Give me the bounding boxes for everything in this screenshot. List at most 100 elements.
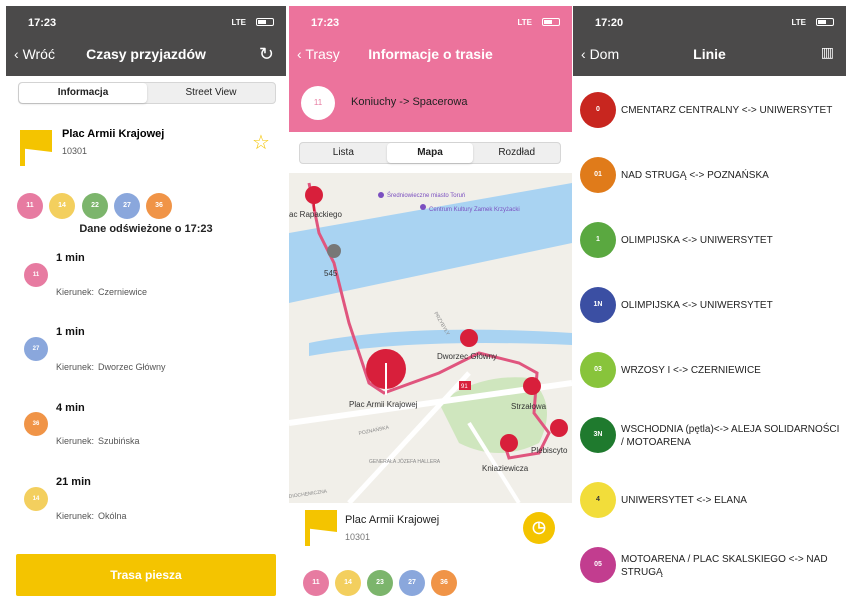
line-name: OLIMPIJSKA <-> UNIWERSYTET [621,300,773,311]
walking-route-button[interactable]: Trasa piesza [16,554,276,596]
line-name: WRZOSY I <-> CZERNIEWICE [621,365,761,376]
line-chip[interactable]: 11 [17,193,43,219]
departure-direction: Kierunek: Dworzec Główny [56,362,166,372]
refresh-icon[interactable]: ↻ [259,44,274,65]
stop-flag-icon [305,510,337,546]
tab-list[interactable]: Lista [300,143,387,163]
status-bar: 17:23 LTE [289,6,572,36]
tab-street-view[interactable]: Street View [147,83,275,103]
bus-icon [327,244,341,258]
clock-icon[interactable]: ◷ [523,512,555,544]
line-item[interactable]: 4 UNIWERSYTET <-> ELANA [573,468,846,533]
line-name: NAD STRUGĄ <-> POZNAŃSKA [621,170,769,181]
line-chip[interactable]: 14 [335,570,361,596]
map-label-museum: Średniowieczne miasto Toruń [387,191,465,199]
battery-icon [256,18,274,26]
line-item[interactable]: 05 MOTOARENA / PLAC SKALSKIEGO <-> NAD S… [573,533,846,598]
line-chip[interactable]: 14 [49,193,75,219]
route-line-badge: 11 [301,86,335,120]
departure-minutes: 21 min [56,476,91,488]
departure-direction: Kierunek: Okólna [56,511,127,521]
departure-direction: Kierunek: Czerniewice [56,287,148,297]
line-item[interactable]: 03 WRZOSY I <-> CZERNIEWICE [573,338,846,403]
line-badge: 03 [580,352,616,388]
stop-name: Plac Armii Krajowej [345,514,440,526]
line-chip[interactable]: 27 [399,570,425,596]
favorite-star-icon[interactable]: ☆ [252,130,270,155]
museum-icon [378,192,384,198]
departure-minutes: 1 min [56,252,85,264]
line-name: MOTOARENA / PLAC SKALSKIEGO <-> NAD STRU… [621,553,828,578]
departure-direction: Kierunek: Szubińska [56,436,140,446]
departure-minutes: 1 min [56,326,85,338]
stop-flag-icon [20,130,52,166]
line-chip[interactable]: 22 [82,193,108,219]
culture-icon [420,204,426,210]
view-switcher: Lista Mapa Rozdład [299,142,561,164]
map-label-kniaziewicza: Kniaziewicza [482,464,529,473]
page-title: Linie [693,46,726,62]
map-label-strzalowa: Strzałowa [511,402,547,411]
network-indicator: LTE [231,18,246,27]
line-badge: 1 [580,222,616,258]
route-name: Koniuchy -> Spacerowa [351,96,468,108]
route-map[interactable]: ac Rapackiego Średniowieczne miasto Toru… [289,173,572,503]
nav-bar: ‹ Wróć Czasy przyjazdów ↻ [6,36,286,76]
network-indicator: LTE [791,18,806,27]
line-badge: 3N [580,417,616,453]
battery-icon [816,18,834,26]
line-chip[interactable]: 27 [114,193,140,219]
tab-timetable[interactable]: Rozdład [473,143,560,163]
map-label-centrum: Centrum Kultury Zamek Krzyżacki [429,207,520,213]
stop-pin-kniaziewicza [500,434,518,452]
stop-pin-plebiscytowa [550,419,568,437]
page-title: Czasy przyjazdów [86,46,206,62]
status-bar: 17:23 LTE [6,6,286,36]
nav-bar: ‹ Trasy Informacje o trasie [289,36,572,76]
line-item[interactable]: 1 OLIMPIJSKA <-> UNIWERSYTET [573,208,846,273]
arrivals-screen: 17:23 LTE ‹ Wróć Czasy przyjazdów ↻ Info… [6,6,286,604]
line-item[interactable]: 01 NAD STRUGĄ <-> POZNAŃSKA [573,143,846,208]
departure-line-badge: 14 [24,487,48,511]
line-badge: 1N [580,287,616,323]
tab-information[interactable]: Informacja [19,83,147,103]
line-chip[interactable]: 36 [431,570,457,596]
status-time: 17:23 [311,17,340,29]
tab-switcher: Informacja Street View [18,82,276,104]
line-badge: 01 [580,157,616,193]
departure-line-badge: 11 [24,263,48,287]
line-name: UNIWERSYTET <-> ELANA [621,495,747,506]
status-time: 17:23 [28,17,57,29]
line-item[interactable]: 3N WSCHODNIA (pętla)<-> ALEJA SOLIDARNOŚ… [573,403,846,468]
line-name: CMENTARZ CENTRALNY <-> UNIWERSYTET [621,105,833,116]
line-item[interactable]: 1N OLIMPIJSKA <-> UNIWERSYTET [573,273,846,338]
map-label-plebiscytowa: Plebiscyto [531,446,568,455]
line-chip[interactable]: 23 [367,570,393,596]
network-indicator: LTE [517,18,532,27]
line-name: WSCHODNIA (pętla)<-> ALEJA SOLIDARNOŚCI … [621,423,840,448]
departure-minutes: 4 min [56,402,85,414]
map-road-number: 91 [461,384,468,390]
map-icon[interactable]: ▥ [821,44,834,61]
page-title: Informacje o trasie [368,46,493,62]
refresh-time-text: Dane odświeżone o 17:23 [79,223,213,235]
line-badge: 4 [580,482,616,518]
stop-code: 10301 [345,532,371,542]
route-header: 11 Koniuchy -> Spacerowa [289,76,572,132]
line-item[interactable]: 0 CMENTARZ CENTRALNY <-> UNIWERSYTET [573,78,846,143]
line-badge: 0 [580,92,616,128]
departure-line-badge: 36 [24,412,48,436]
status-time: 17:20 [595,17,624,29]
departure-line-badge: 27 [24,337,48,361]
line-chip[interactable]: 36 [146,193,172,219]
line-name: OLIMPIJSKA <-> UNIWERSYTET [621,235,773,246]
map-label-bus: 545 [324,269,338,278]
route-info-screen: 17:23 LTE ‹ Trasy Informacje o trasie 11… [289,6,572,604]
tab-map[interactable]: Mapa [386,143,474,163]
stop-pin-dworzec [460,329,478,347]
battery-icon [542,18,560,26]
status-bar: 17:20 LTE [573,6,846,36]
line-chip[interactable]: 11 [303,570,329,596]
stop-code: 10301 [62,146,88,156]
map-street-label: GENERAŁA JÓZEFA HALLERA [369,458,441,465]
